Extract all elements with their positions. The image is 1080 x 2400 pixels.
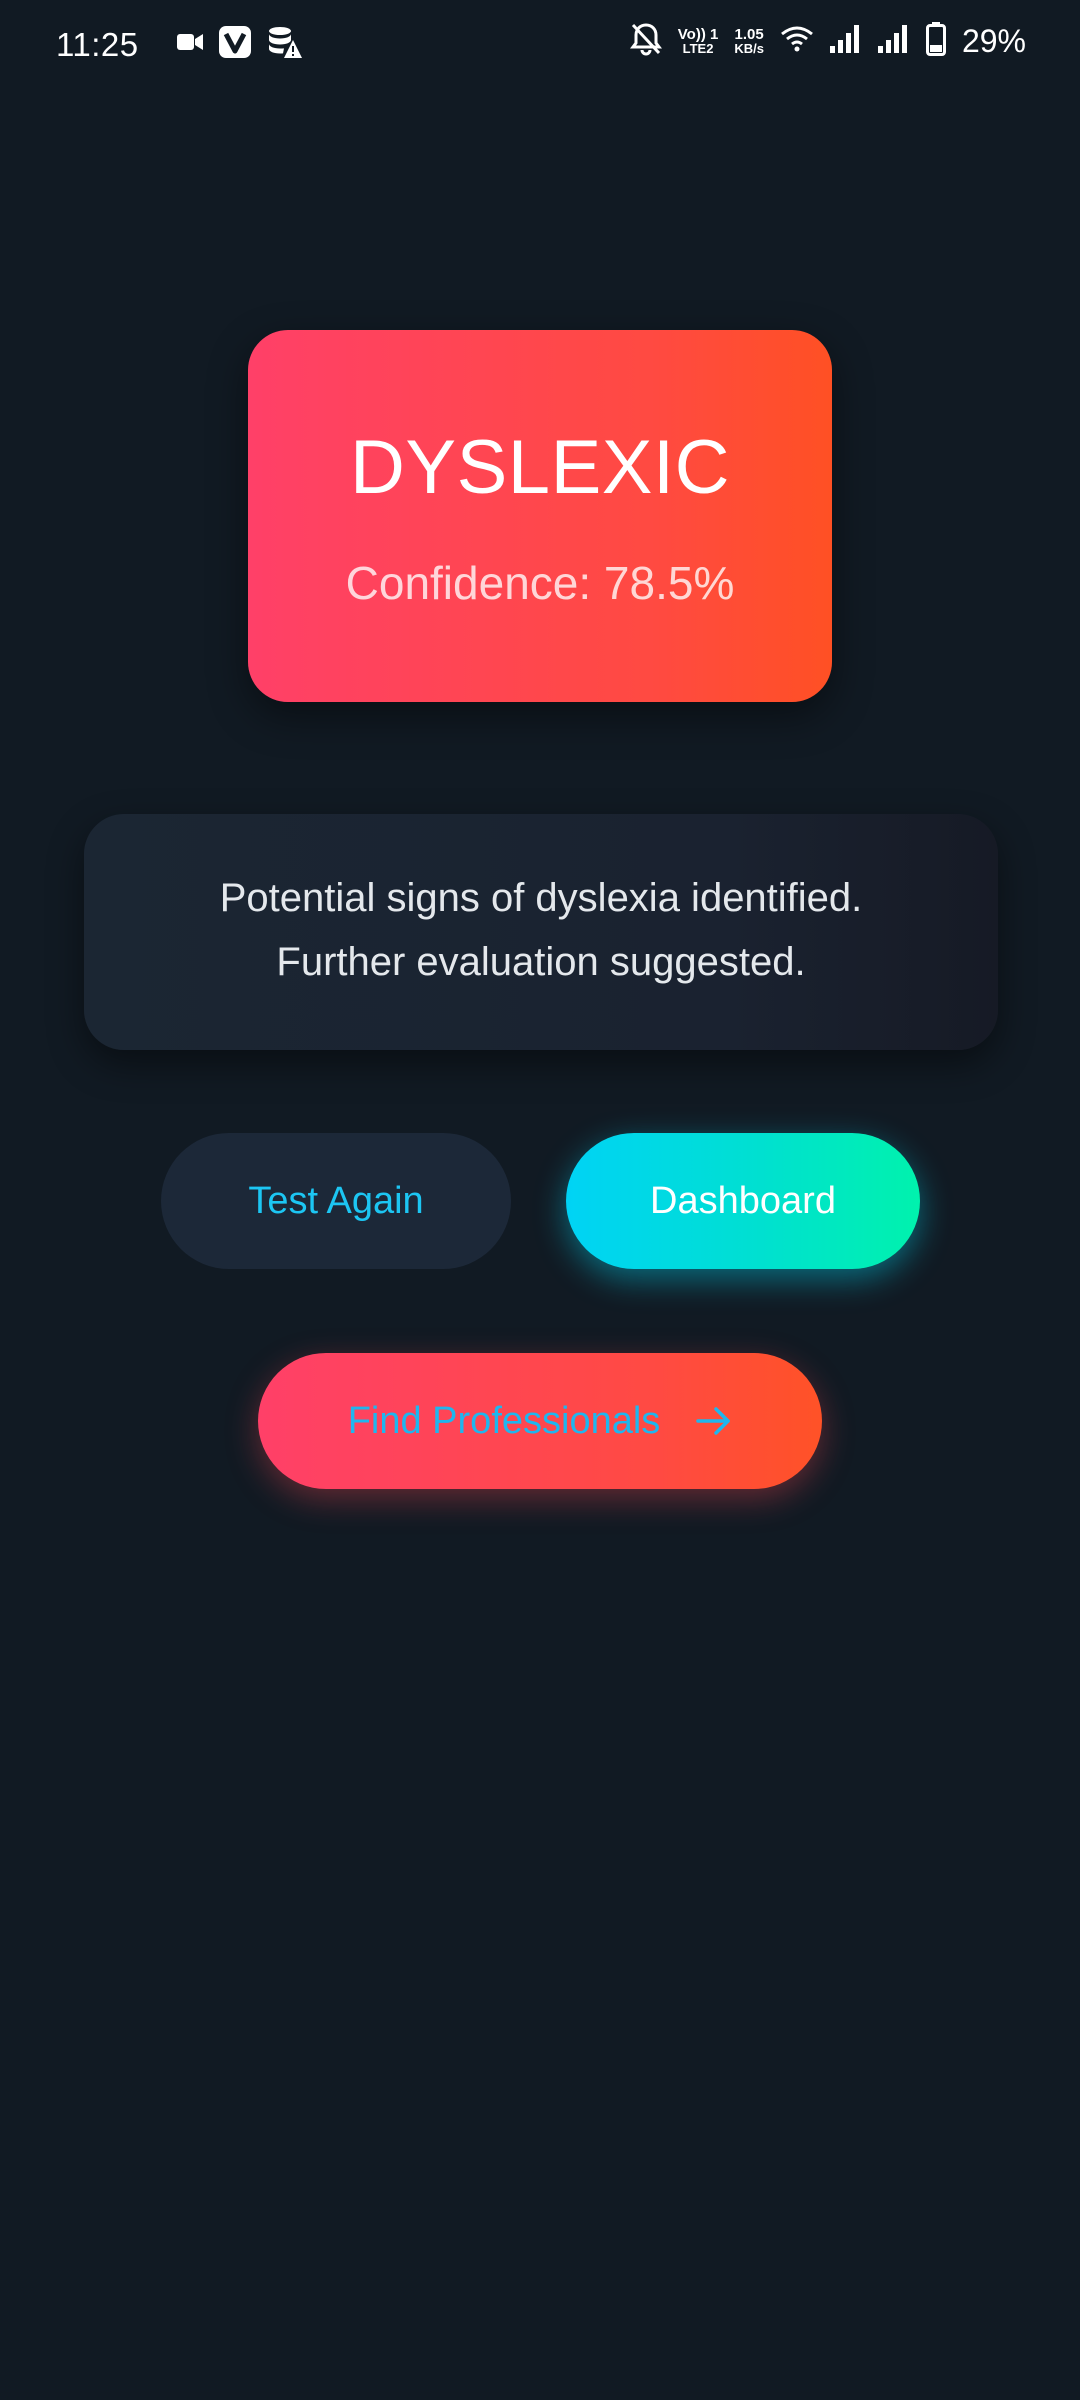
dashboard-label: Dashboard: [650, 1179, 836, 1222]
test-again-button[interactable]: Test Again: [161, 1133, 511, 1269]
battery-percent: 29%: [961, 23, 1026, 59]
result-card: DYSLEXIC Confidence: 78.5%: [248, 330, 832, 702]
wifi-icon: [780, 25, 814, 58]
lte2-label: LTE2: [682, 40, 714, 56]
status-bar: 11:25 Vo)) 1 LTE2 1.05 KB/s 29%: [0, 0, 1080, 90]
dashboard-button[interactable]: Dashboard: [566, 1133, 920, 1269]
data-speed-indicator: 1.05 KB/s: [734, 25, 764, 56]
arrow-right-icon: [696, 1405, 732, 1437]
v-app-icon: [218, 25, 252, 64]
status-right-icons: Vo)) 1 LTE2 1.05 KB/s 29%: [629, 22, 1026, 61]
find-professionals-button[interactable]: Find Professionals: [258, 1353, 822, 1489]
find-professionals-label: Find Professionals: [347, 1399, 661, 1442]
status-time: 11:25: [56, 26, 139, 63]
message-line-1: Potential signs of dyslexia identified.: [219, 876, 863, 920]
confidence-text: Confidence: 78.5%: [345, 557, 735, 609]
database-warning-icon: [266, 24, 302, 65]
speed-unit: KB/s: [734, 40, 764, 56]
volte-label: Vo)) 1: [677, 25, 719, 43]
volte-lte2-icon: Vo)) 1 LTE2: [677, 25, 719, 56]
signal-2-icon: [877, 24, 910, 59]
video-camera-icon: [176, 31, 204, 58]
battery-icon: [925, 22, 946, 61]
speed-value: 1.05: [734, 25, 764, 43]
message-line-2: Further evaluation suggested.: [276, 940, 806, 984]
result-message-box: Potential signs of dyslexia identified. …: [84, 814, 998, 1050]
signal-1-icon: [829, 24, 862, 59]
result-label: DYSLEXIC: [350, 425, 730, 510]
test-again-label: Test Again: [248, 1179, 424, 1222]
bell-off-icon: [629, 22, 662, 61]
status-left-icons: [176, 24, 302, 65]
